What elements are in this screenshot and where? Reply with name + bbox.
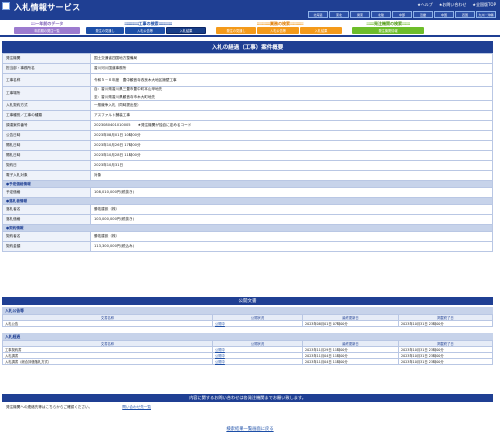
detail-panel: 入札の経過（工事）案件概要 発注機関 国土交通省四国地方整備局 担当部・事務所名香… <box>2 41 493 281</box>
logo-icon <box>2 2 10 10</box>
hatchu-info-button[interactable]: 発注機関情報 <box>352 27 424 34</box>
row-value: 勝佑建設（株） <box>90 204 493 215</box>
documents-title: 公開文書 <box>2 297 493 305</box>
hatchu-title: 発注機関の検索 <box>374 20 402 26</box>
row-label: 工事種別／工事の種類 <box>2 110 91 121</box>
row-label: 入札契約方式 <box>2 100 91 111</box>
doc-name: 入札公告 <box>2 320 213 327</box>
help-link[interactable]: ★ヘルプ <box>417 2 433 8</box>
row-value: 香川河川国道事務所 <box>90 63 493 74</box>
site-to: 至：香川県香川県観音寺市木大町地先 <box>94 95 156 99</box>
region-tab[interactable]: 中部 <box>392 11 412 18</box>
app-title: 入札情報サービス <box>14 3 81 12</box>
top-links: ★ヘルプ ★お問い合わせ ★全国版TOP <box>417 2 496 8</box>
table-row: 入札調書（総合評価落札方式） 公開中 2023年11月04日 11時00分 20… <box>2 358 493 365</box>
row-value: 2023年10月28日 11時00分 <box>90 150 493 161</box>
prev-year-title: 一年前のデータ <box>35 20 64 26</box>
back-to-results-link[interactable]: 検索結果一覧画面に戻る <box>226 427 273 432</box>
koji-notice-button[interactable]: 入札公告等 <box>125 27 165 34</box>
row-label: 発注機関 <box>2 53 91 64</box>
row-value: 勝佑建設（株） <box>90 231 493 242</box>
row-label: 公告日時 <box>2 130 91 141</box>
contact-link[interactable]: ★お問い合わせ <box>439 2 467 8</box>
row-label: 担当部・事務所名 <box>2 63 91 74</box>
koji-result-button[interactable]: 入札結果 <box>166 27 206 34</box>
gyomu-title: 業務の検索 <box>270 20 290 26</box>
row-label: 契約日 <box>2 160 91 171</box>
region-tab[interactable]: 東北 <box>329 11 349 18</box>
progress-section-header: 入札経過 <box>2 333 493 340</box>
category-bar: :::: 一年前のデータ 年前期の発注一覧 ::::::::::::: 工事の検索:… <box>0 20 500 35</box>
row-label: 開札日時 <box>2 150 91 161</box>
national-top-link[interactable]: ★全国版TOP <box>472 2 496 8</box>
documents-panel: 公開文書 入札公告等 文書名称 公開状況 最終更新日 掲載終了日 入札公告 公開… <box>2 297 493 373</box>
doc-end: 2023年10月31日 23時00分 <box>398 358 493 365</box>
hatchu-group: ::::::: 発注機関の検索::::::: 発注機関情報 <box>352 20 424 35</box>
row-value: 2023080401010005 ★発注機関が独自に定めるコード <box>90 120 493 131</box>
row-value: アスファルト舗装工事 <box>90 110 493 121</box>
koji-group: ::::::::::::: 工事の検索:::::::::::: 発注の見通し 入札… <box>86 20 210 35</box>
region-tab[interactable]: 四国 <box>455 11 475 18</box>
row-value: 2023年10月31日 <box>90 160 493 171</box>
row-label: 調達案件番号 <box>2 120 91 131</box>
row-value: 2023年08月01日 10時00分 <box>90 130 493 141</box>
site-from: 自：香川県香川県三豊市豊中町本山甲地先 <box>94 87 163 91</box>
row-value: 令和５－６年度 豊中観音寺改良木大地区擁壁工事 <box>90 73 493 87</box>
gyomu-result-button[interactable]: 入札結果 <box>300 27 342 34</box>
gyomu-group: :::::::::::: 業務の検索:::::::::::: 発注の見通し 入札公… <box>216 20 344 35</box>
doc-status-link[interactable]: 公開中 <box>212 320 303 327</box>
koji-forecast-button[interactable]: 発注の見通し <box>86 27 124 34</box>
row-label: 工事場所 <box>2 86 91 101</box>
contact-list-link[interactable]: 問い合わせ先一覧 <box>122 405 151 410</box>
region-tab[interactable]: 九州・沖縄 <box>476 11 496 18</box>
row-label: 落札価格 <box>2 214 91 225</box>
row-label: 開札日時 <box>2 140 91 151</box>
doc-updated: 2023年08月01日 07時00分 <box>302 320 399 327</box>
notice-docs-table: 文書名称 公開状況 最終更新日 掲載終了日 入札公告 公開中 2023年08月0… <box>2 314 493 327</box>
region-tab[interactable]: 近畿 <box>413 11 433 18</box>
row-value: 108,010,000円(税抜き) <box>90 187 493 198</box>
gyomu-notice-button[interactable]: 入札公告等 <box>257 27 299 34</box>
section-header: ●落札者情報 <box>2 197 493 205</box>
detail-table: 発注機関 国土交通省四国地方整備局 担当部・事務所名 香川河川国道事務所 工事名称令… <box>2 53 493 252</box>
contact-text: 発注機関への連絡先等はこちらからご確認ください。 <box>6 405 93 409</box>
doc-updated: 2023年11月04日 11時00分 <box>302 358 399 365</box>
prev-year-button[interactable]: 年前期の発注一覧 <box>14 27 80 34</box>
region-tab[interactable]: 関東 <box>350 11 370 18</box>
doc-name: 入札調書（総合評価落札方式） <box>2 358 213 365</box>
region-tab[interactable]: 中国 <box>434 11 454 18</box>
gyomu-forecast-button[interactable]: 発注の見通し <box>216 27 256 34</box>
row-label: 落札者名 <box>2 204 91 215</box>
region-tabs: 北海道 東北 関東 北陸 中部 近畿 中国 四国 九州・沖縄 <box>308 11 496 18</box>
row-value: 国土交通省四国地方整備局 <box>90 53 493 64</box>
row-value: 対象 <box>90 170 493 181</box>
contact-panel: 内容に関するお問い合わせは各発注機関までお願い致します。 発注機関への連絡先等は… <box>2 394 493 418</box>
header: 入札情報サービス ★ヘルプ ★お問い合わせ ★全国版TOP 北海道 東北 関東 … <box>0 0 500 20</box>
divider <box>0 35 500 37</box>
prev-year-group: :::: 一年前のデータ 年前期の発注一覧 <box>14 20 80 35</box>
row-value: 2023年10月26日 17時00分 <box>90 140 493 151</box>
region-tab[interactable]: 北海道 <box>308 11 328 18</box>
koji-title: 工事の検索 <box>138 20 159 26</box>
detail-title: 入札の経過（工事）案件概要 <box>2 41 493 53</box>
row-label: 工事名称 <box>2 73 91 87</box>
row-label: 予定価格 <box>2 187 91 198</box>
progress-docs-table: 文書名称 公開状況 最終更新日 掲載終了日 工事契約書 公開中 2023年11月… <box>2 340 493 365</box>
notice-section-header: 入札公告等 <box>2 307 493 314</box>
row-label: 電子入札対象 <box>2 170 91 181</box>
row-value: 113,300,000円(税込み) <box>90 241 493 252</box>
region-tab[interactable]: 北陸 <box>371 11 391 18</box>
contact-title: 内容に関するお問い合わせは各発注機関までお願い致します。 <box>2 394 493 402</box>
doc-end: 2023年10月31日 23時00分 <box>398 320 493 327</box>
row-value: 一般競争入札（同時提出型） <box>90 100 493 111</box>
row-value: 103,000,000円(税抜き) <box>90 214 493 225</box>
row-label: 契約金額 <box>2 241 91 252</box>
section-header: ●予定価格情報 <box>2 180 493 188</box>
table-row: 入札公告 公開中 2023年08月01日 07時00分 2023年10月31日 … <box>2 320 493 327</box>
section-header: ●契約情報 <box>2 224 493 232</box>
row-label: 契約者名 <box>2 231 91 242</box>
doc-status-link[interactable]: 公開中 <box>212 358 303 365</box>
